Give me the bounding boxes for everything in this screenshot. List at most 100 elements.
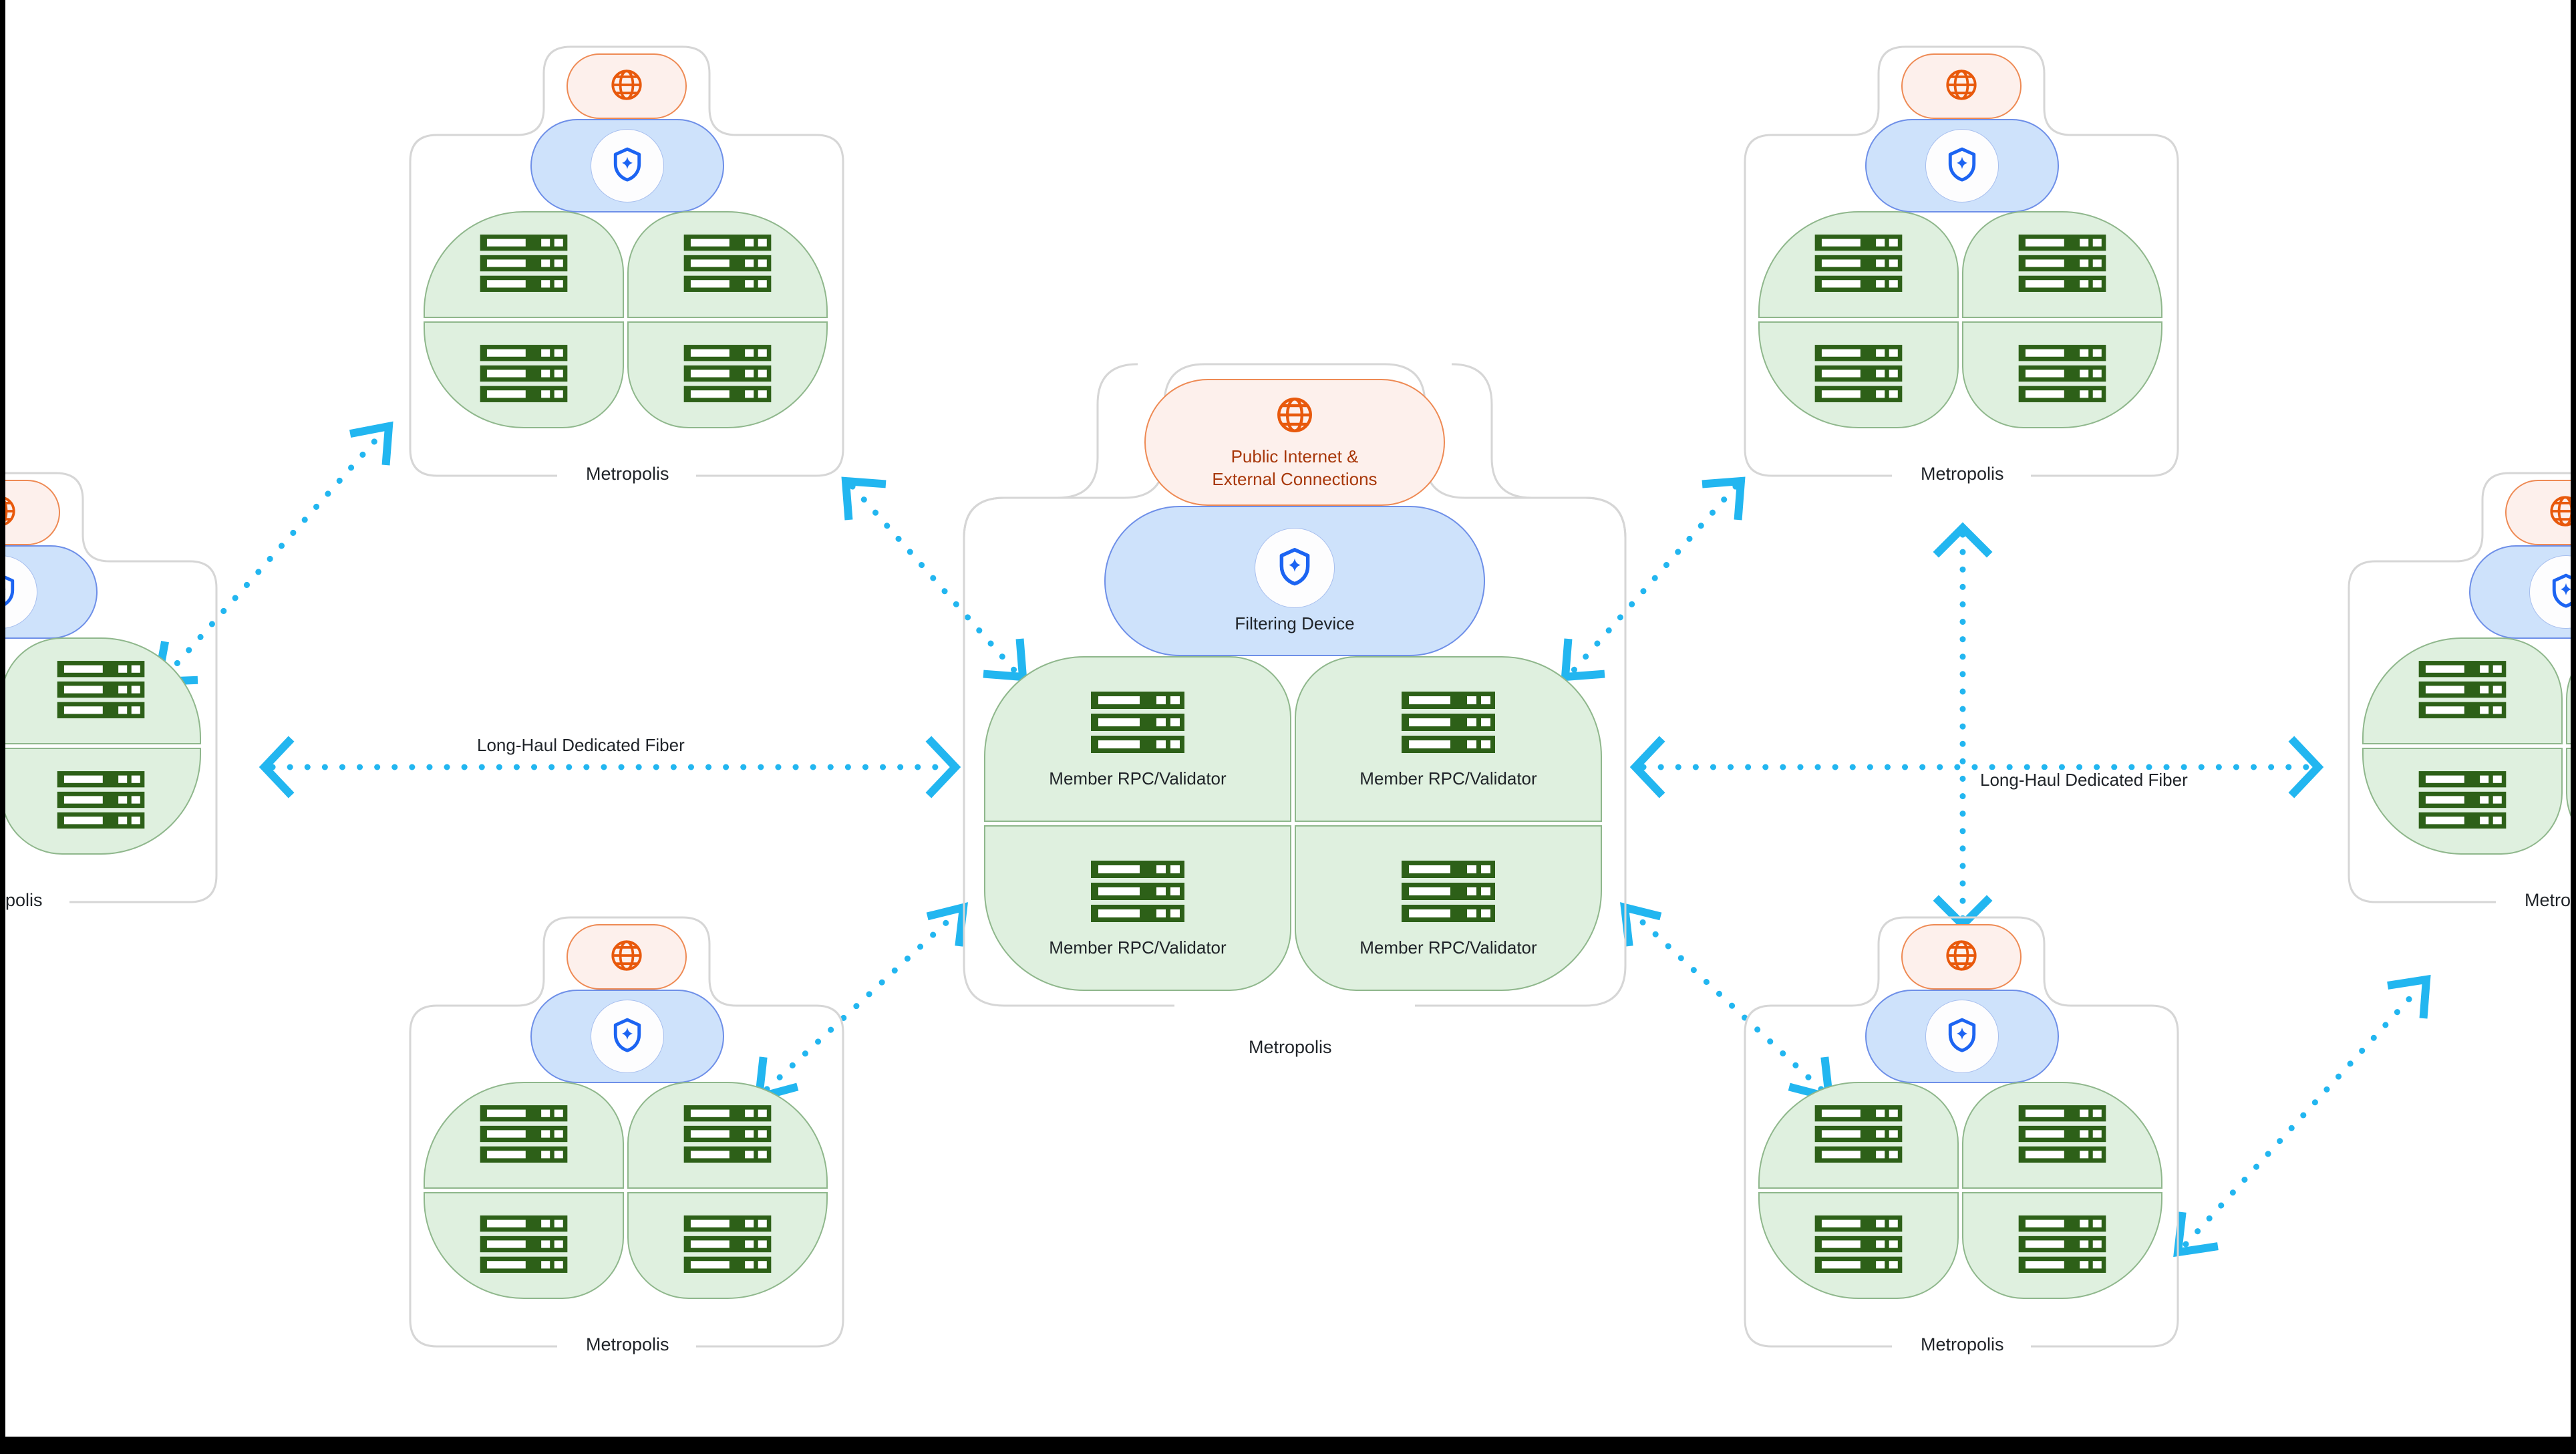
globe-icon bbox=[2547, 493, 2571, 533]
server-rack-icon bbox=[54, 658, 148, 724]
internet-node-top-right[interactable] bbox=[1901, 53, 2022, 119]
globe-icon bbox=[1943, 937, 1979, 977]
link-topright-bottomright bbox=[1933, 522, 1993, 931]
shield-icon bbox=[1943, 1016, 1981, 1057]
member-node-label: Member RPC/Validator bbox=[1049, 768, 1227, 788]
server-rack-icon bbox=[2016, 232, 2109, 298]
member-node-bottom-left-1[interactable] bbox=[424, 1082, 624, 1189]
server-rack-icon bbox=[681, 232, 774, 298]
diagram-canvas: .dot{stroke:#22B6F0;stroke-width:9;strok… bbox=[5, 0, 2571, 1437]
member-node-far-right-2[interactable] bbox=[2566, 637, 2571, 744]
cluster-label-top-left: Metropolis bbox=[577, 464, 679, 484]
server-rack-icon bbox=[477, 1213, 571, 1279]
server-rack-icon bbox=[681, 1213, 774, 1279]
cluster-far-right[interactable]: Metropolis bbox=[2330, 468, 2571, 935]
member-node-center-2[interactable]: Member RPC/Validator bbox=[1295, 656, 1602, 822]
internet-node-far-left[interactable] bbox=[5, 480, 60, 545]
filter-icon-disc bbox=[1255, 528, 1335, 608]
shield-icon bbox=[609, 146, 646, 186]
member-node-top-right-4[interactable] bbox=[1962, 321, 2162, 428]
member-node-label: Member RPC/Validator bbox=[1359, 768, 1537, 788]
shield-icon bbox=[1274, 546, 1315, 591]
member-node-center-1[interactable]: Member RPC/Validator bbox=[984, 656, 1291, 822]
server-rack-icon bbox=[2416, 768, 2509, 835]
server-rack-icon bbox=[2016, 1103, 2109, 1169]
server-rack-icon bbox=[1398, 858, 1498, 928]
edge-label-long-haul-left: Long-Haul Dedicated Fiber bbox=[473, 735, 689, 756]
server-rack-icon bbox=[681, 1103, 774, 1169]
server-rack-icon bbox=[2416, 658, 2509, 724]
cluster-top-right[interactable]: Metropolis bbox=[1726, 41, 2197, 509]
filtering-device-label: Filtering Device bbox=[1235, 613, 1355, 633]
member-node-bottom-left-4[interactable] bbox=[627, 1192, 828, 1299]
cluster-top-left[interactable]: Metropolis bbox=[391, 41, 862, 509]
member-node-top-right-3[interactable] bbox=[1758, 321, 1959, 428]
cluster-label-far-right: Metropolis bbox=[2515, 890, 2571, 911]
member-node-far-left-2[interactable] bbox=[5, 637, 201, 744]
member-node-bottom-left-2[interactable] bbox=[627, 1082, 828, 1189]
member-node-far-left-4[interactable] bbox=[5, 748, 201, 855]
member-node-center-3[interactable]: Member RPC/Validator bbox=[984, 825, 1291, 991]
internet-node-far-right[interactable] bbox=[2505, 480, 2571, 545]
member-node-bottom-right-2[interactable] bbox=[1962, 1082, 2162, 1189]
filter-icon-disc bbox=[591, 1000, 664, 1073]
member-node-top-left-4[interactable] bbox=[627, 321, 828, 428]
edge-label-long-haul-right: Long-Haul Dedicated Fiber bbox=[1976, 770, 2192, 790]
member-node-bottom-right-3[interactable] bbox=[1758, 1192, 1959, 1299]
member-node-bottom-right-4[interactable] bbox=[1962, 1192, 2162, 1299]
member-node-top-left-3[interactable] bbox=[424, 321, 624, 428]
member-node-label: Member RPC/Validator bbox=[1049, 937, 1227, 958]
server-rack-icon bbox=[477, 342, 571, 408]
filtering-device-node-bottom-right[interactable] bbox=[1865, 990, 2059, 1083]
filtering-device-node-far-left[interactable] bbox=[5, 545, 98, 639]
globe-icon bbox=[609, 67, 645, 106]
filtering-device-node-bottom-left[interactable] bbox=[530, 990, 724, 1083]
filter-icon-disc bbox=[1925, 1000, 1999, 1073]
member-node-far-right-3[interactable] bbox=[2362, 748, 2563, 855]
member-node-bottom-right-1[interactable] bbox=[1758, 1082, 1959, 1189]
server-rack-icon bbox=[1812, 232, 1905, 298]
cluster-bottom-left[interactable]: Metropolis bbox=[391, 912, 862, 1380]
internet-node-bottom-right[interactable] bbox=[1901, 924, 2022, 990]
server-rack-icon bbox=[1812, 342, 1905, 408]
member-node-far-right-4[interactable] bbox=[2566, 748, 2571, 855]
server-rack-icon bbox=[1812, 1103, 1905, 1169]
server-rack-icon bbox=[477, 232, 571, 298]
member-node-far-right-1[interactable] bbox=[2362, 637, 2563, 744]
member-node-top-right-2[interactable] bbox=[1962, 211, 2162, 318]
filter-icon-disc bbox=[5, 555, 37, 629]
server-rack-icon bbox=[1088, 858, 1188, 928]
cluster-far-left[interactable]: Metropolis bbox=[5, 468, 235, 935]
member-node-center-4[interactable]: Member RPC/Validator bbox=[1295, 825, 1602, 991]
cluster-label-bottom-right: Metropolis bbox=[1911, 1334, 2014, 1355]
server-rack-icon bbox=[2016, 1213, 2109, 1279]
filter-icon-disc bbox=[1925, 129, 1999, 202]
internet-label-line2: External Connections bbox=[1212, 468, 1378, 489]
cluster-center[interactable]: Public Internet & External Connections F… bbox=[937, 357, 1652, 1058]
server-rack-icon bbox=[54, 768, 148, 835]
globe-icon bbox=[1274, 394, 1315, 439]
globe-icon bbox=[5, 493, 18, 533]
shield-icon bbox=[2547, 572, 2571, 613]
member-node-top-left-1[interactable] bbox=[424, 211, 624, 318]
shield-icon bbox=[609, 1016, 646, 1057]
cluster-label-top-right: Metropolis bbox=[1911, 464, 2014, 484]
member-node-label: Member RPC/Validator bbox=[1359, 937, 1537, 958]
internet-node-bottom-left[interactable] bbox=[567, 924, 687, 990]
server-rack-icon bbox=[1398, 689, 1498, 759]
cluster-label-center: Metropolis bbox=[1239, 1037, 1341, 1058]
cluster-bottom-right[interactable]: Metropolis bbox=[1726, 912, 2197, 1380]
server-rack-icon bbox=[1812, 1213, 1905, 1279]
internet-node-center[interactable]: Public Internet & External Connections bbox=[1144, 379, 1445, 506]
member-node-top-left-2[interactable] bbox=[627, 211, 828, 318]
globe-icon bbox=[609, 937, 645, 977]
filtering-device-node-top-left[interactable] bbox=[530, 119, 724, 212]
filtering-device-node-far-right[interactable] bbox=[2469, 545, 2571, 639]
member-node-bottom-left-3[interactable] bbox=[424, 1192, 624, 1299]
internet-node-top-left[interactable] bbox=[567, 53, 687, 119]
member-node-top-right-1[interactable] bbox=[1758, 211, 1959, 318]
filtering-device-node-center[interactable]: Filtering Device bbox=[1104, 506, 1485, 656]
filtering-device-node-top-right[interactable] bbox=[1865, 119, 2059, 212]
cluster-label-far-left: Metropolis bbox=[5, 890, 52, 911]
server-rack-icon bbox=[2016, 342, 2109, 408]
